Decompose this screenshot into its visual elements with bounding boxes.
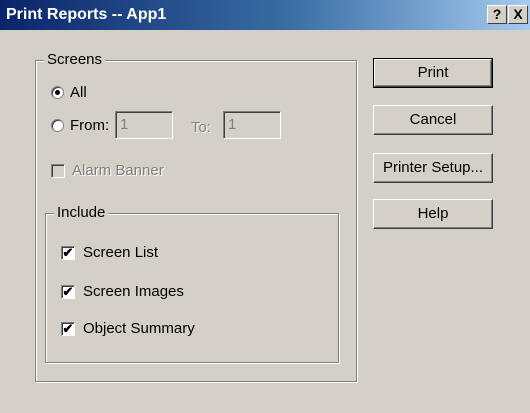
- screen-images-checkbox[interactable]: ✔: [61, 285, 75, 299]
- title-bar[interactable]: Print Reports -- App1 ? X: [0, 0, 530, 30]
- radio-all-label[interactable]: All: [70, 84, 87, 101]
- screen-list-label[interactable]: Screen List: [83, 244, 158, 261]
- from-field[interactable]: 1: [115, 111, 173, 139]
- printer-setup-button[interactable]: Printer Setup...: [373, 153, 493, 183]
- radio-from[interactable]: [51, 119, 64, 132]
- help-button[interactable]: Help: [373, 199, 493, 229]
- window-title: Print Reports -- App1: [6, 6, 167, 23]
- screen-list-checkbox[interactable]: ✔: [61, 246, 75, 260]
- radio-all-dot: [55, 90, 60, 95]
- alarm-banner-checkbox[interactable]: [51, 164, 65, 178]
- include-legend: Include: [54, 204, 109, 221]
- radio-all[interactable]: [51, 86, 64, 99]
- help-title-button[interactable]: ?: [487, 5, 507, 24]
- object-summary-label[interactable]: Object Summary: [83, 320, 195, 337]
- to-field[interactable]: 1: [223, 111, 281, 139]
- screen-images-label[interactable]: Screen Images: [83, 283, 184, 300]
- to-label: To:: [191, 119, 212, 136]
- alarm-banner-label[interactable]: Alarm Banner: [72, 162, 164, 179]
- screens-legend: Screens: [44, 51, 106, 68]
- print-button[interactable]: Print: [373, 58, 493, 88]
- object-summary-checkbox[interactable]: ✔: [61, 322, 75, 336]
- cancel-button[interactable]: Cancel: [373, 105, 493, 135]
- radio-from-label[interactable]: From:: [70, 117, 109, 134]
- close-title-button[interactable]: X: [508, 5, 528, 24]
